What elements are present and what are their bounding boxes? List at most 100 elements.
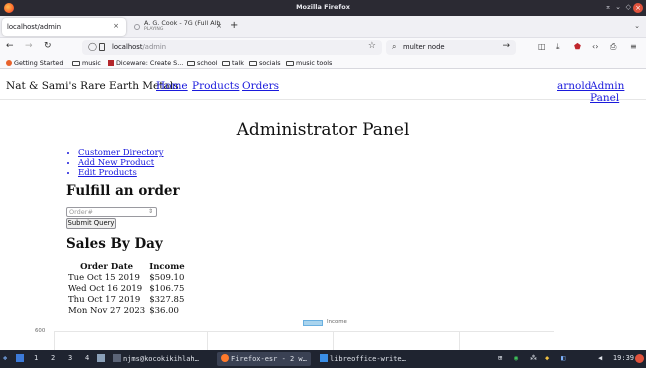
url-bar[interactable]: ◯ localhost/admin ☆ [82, 40, 382, 55]
workspace-1[interactable]: 1 [34, 354, 38, 362]
bookmark-music-tools[interactable]: music tools [286, 59, 332, 67]
bookmark-music[interactable]: music [72, 59, 101, 67]
page-icon[interactable] [99, 43, 105, 51]
task-libreoffice[interactable]: libreoffice-write… [316, 352, 410, 366]
tray-app-icon[interactable]: ◆ [545, 354, 549, 362]
back-icon[interactable]: ← [6, 41, 14, 51]
clock: 19:39 [612, 354, 634, 362]
income-cell: $106.75 [149, 284, 185, 294]
column-header-order-date: Order Date [80, 262, 134, 272]
shield-icon[interactable]: ◯ [88, 42, 97, 51]
bookmark-school[interactable]: school [187, 59, 218, 67]
sales-by-day-heading: Sales By Day [66, 236, 163, 252]
search-go-icon[interactable]: → [502, 41, 510, 51]
list-tabs-icon[interactable]: ⌄ [634, 22, 640, 30]
ublock-icon[interactable]: ⬟ [574, 42, 581, 51]
order-number-input[interactable]: Order# ⇕ [66, 207, 157, 217]
submit-query-button[interactable]: Submit Query [66, 218, 116, 229]
forward-icon[interactable]: → [25, 41, 33, 51]
admin-panel-link[interactable]: Admin Panel [590, 80, 646, 104]
order-date-cell: Thu Oct 17 2019 [68, 295, 141, 305]
folder-icon [222, 61, 230, 66]
user-link[interactable]: arnold [557, 80, 591, 92]
network-icon[interactable]: ⊞ [498, 354, 502, 362]
nav-link-home[interactable]: Home [156, 80, 188, 92]
workspace-3[interactable]: 3 [68, 354, 72, 362]
volume-icon[interactable]: ◀ [598, 354, 602, 362]
workspace-2[interactable]: 2 [51, 354, 55, 362]
window-minimize-icon[interactable]: ⌅ [605, 3, 611, 11]
nav-link-products[interactable]: Products [192, 80, 239, 92]
window-close-icon[interactable]: × [633, 3, 643, 13]
tab-strip: localhost/admin × A. G. Cook - 7G (Full … [0, 16, 646, 38]
system-taskbar: ❖ 1 2 3 4 njms@kocokikihlah… Firefox-esr… [0, 350, 646, 368]
table-row: Wed Oct 16 2019 $106.75 [66, 284, 187, 295]
income-cell: $327.85 [149, 295, 185, 305]
bookmark-diceware[interactable]: Diceware: Create S... [108, 59, 183, 67]
files-icon[interactable] [97, 354, 107, 363]
window-titlebar: Mozilla Firefox ⌅ ⌄ ◇ × [0, 0, 646, 16]
desktop-icon[interactable] [16, 354, 26, 363]
edit-products-link[interactable]: Edit Products [78, 168, 164, 178]
navigation-toolbar: ← → ↻ ◯ localhost/admin ☆ ⌕ multer node … [0, 38, 646, 57]
reload-icon[interactable]: ↻ [44, 41, 52, 51]
firefox-bookmark-icon [6, 60, 12, 66]
tab-playing-label: PLAYING [144, 27, 164, 32]
bookmark-socials[interactable]: socials [249, 59, 281, 67]
tab-title: A. G. Cook - 7G (Full Alb [144, 19, 221, 27]
close-tab-icon[interactable]: × [216, 22, 222, 30]
workspace-4[interactable]: 4 [85, 354, 89, 362]
number-stepper-icon[interactable]: ⇕ [148, 208, 153, 216]
search-icon: ⌕ [392, 42, 397, 51]
audio-playing-icon [134, 24, 140, 30]
page-content: Nat & Sami's Rare Earth Metals Home Prod… [0, 70, 646, 350]
table-row: Thu Oct 17 2019 $327.85 [66, 295, 187, 306]
sync-icon[interactable]: ◉ [514, 354, 518, 362]
income-cell: $36.00 [149, 306, 179, 316]
app-menu-icon[interactable]: ❖ [3, 354, 7, 362]
chart-gridline [54, 331, 554, 332]
tab-admin[interactable]: localhost/admin × [2, 18, 126, 36]
tray-app-icon[interactable]: ◧ [561, 354, 565, 362]
income-cell: $509.10 [149, 273, 185, 283]
search-bar[interactable]: ⌕ multer node → [386, 40, 516, 55]
nav-link-orders[interactable]: Orders [242, 80, 279, 92]
order-number-placeholder: Order# [69, 208, 93, 216]
power-icon[interactable] [635, 354, 644, 363]
window-title: Mozilla Firefox [296, 3, 350, 11]
devtools-icon[interactable]: ‹› [592, 42, 598, 51]
extensions-icon[interactable]: ⎙ [610, 42, 616, 52]
sales-chart: Income 600 [35, 319, 610, 350]
folder-icon [187, 61, 195, 66]
chart-gridline [333, 331, 334, 350]
task-terminal[interactable]: njms@kocokikihlah… [109, 352, 203, 366]
folder-icon [249, 61, 257, 66]
tab-music[interactable]: A. G. Cook - 7G (Full Alb PLAYING × [130, 18, 226, 36]
customer-directory-link[interactable]: Customer Directory [78, 148, 164, 158]
chart-gridline [207, 331, 208, 350]
y-axis-tick-label: 600 [35, 328, 46, 334]
downloads-icon[interactable]: ⤓ [556, 42, 560, 52]
pocket-icon[interactable]: ◫ [538, 42, 546, 51]
admin-links-list: Customer Directory Add New Product Edit … [78, 148, 164, 178]
menu-icon[interactable]: ≡ [630, 42, 637, 51]
close-tab-icon[interactable]: × [113, 22, 119, 30]
legend-swatch[interactable] [303, 320, 323, 326]
sales-table: Order Date Income Tue Oct 15 2019 $509.1… [66, 261, 187, 317]
task-firefox[interactable]: Firefox-esr - 2 w… [217, 352, 311, 366]
url-text[interactable]: localhost/admin [112, 43, 166, 51]
search-input[interactable]: multer node [403, 43, 445, 51]
bookmark-talk[interactable]: talk [222, 59, 244, 67]
column-header-income: Income [149, 262, 185, 272]
bookmark-star-icon[interactable]: ☆ [368, 41, 376, 51]
tray-app-icon[interactable]: ⁂ [530, 354, 537, 362]
folder-icon [72, 61, 80, 66]
site-header: Nat & Sami's Rare Earth Metals Home Prod… [0, 70, 646, 104]
bookmark-getting-started[interactable]: Getting Started [6, 59, 63, 67]
new-tab-icon[interactable]: + [230, 20, 238, 31]
add-new-product-link[interactable]: Add New Product [78, 158, 164, 168]
table-row: Tue Oct 15 2019 $509.10 [66, 273, 187, 284]
window-maximize-icon[interactable]: ⌄ [615, 3, 621, 11]
diceware-icon [108, 60, 114, 66]
window-restore-icon[interactable]: ◇ [626, 3, 631, 11]
